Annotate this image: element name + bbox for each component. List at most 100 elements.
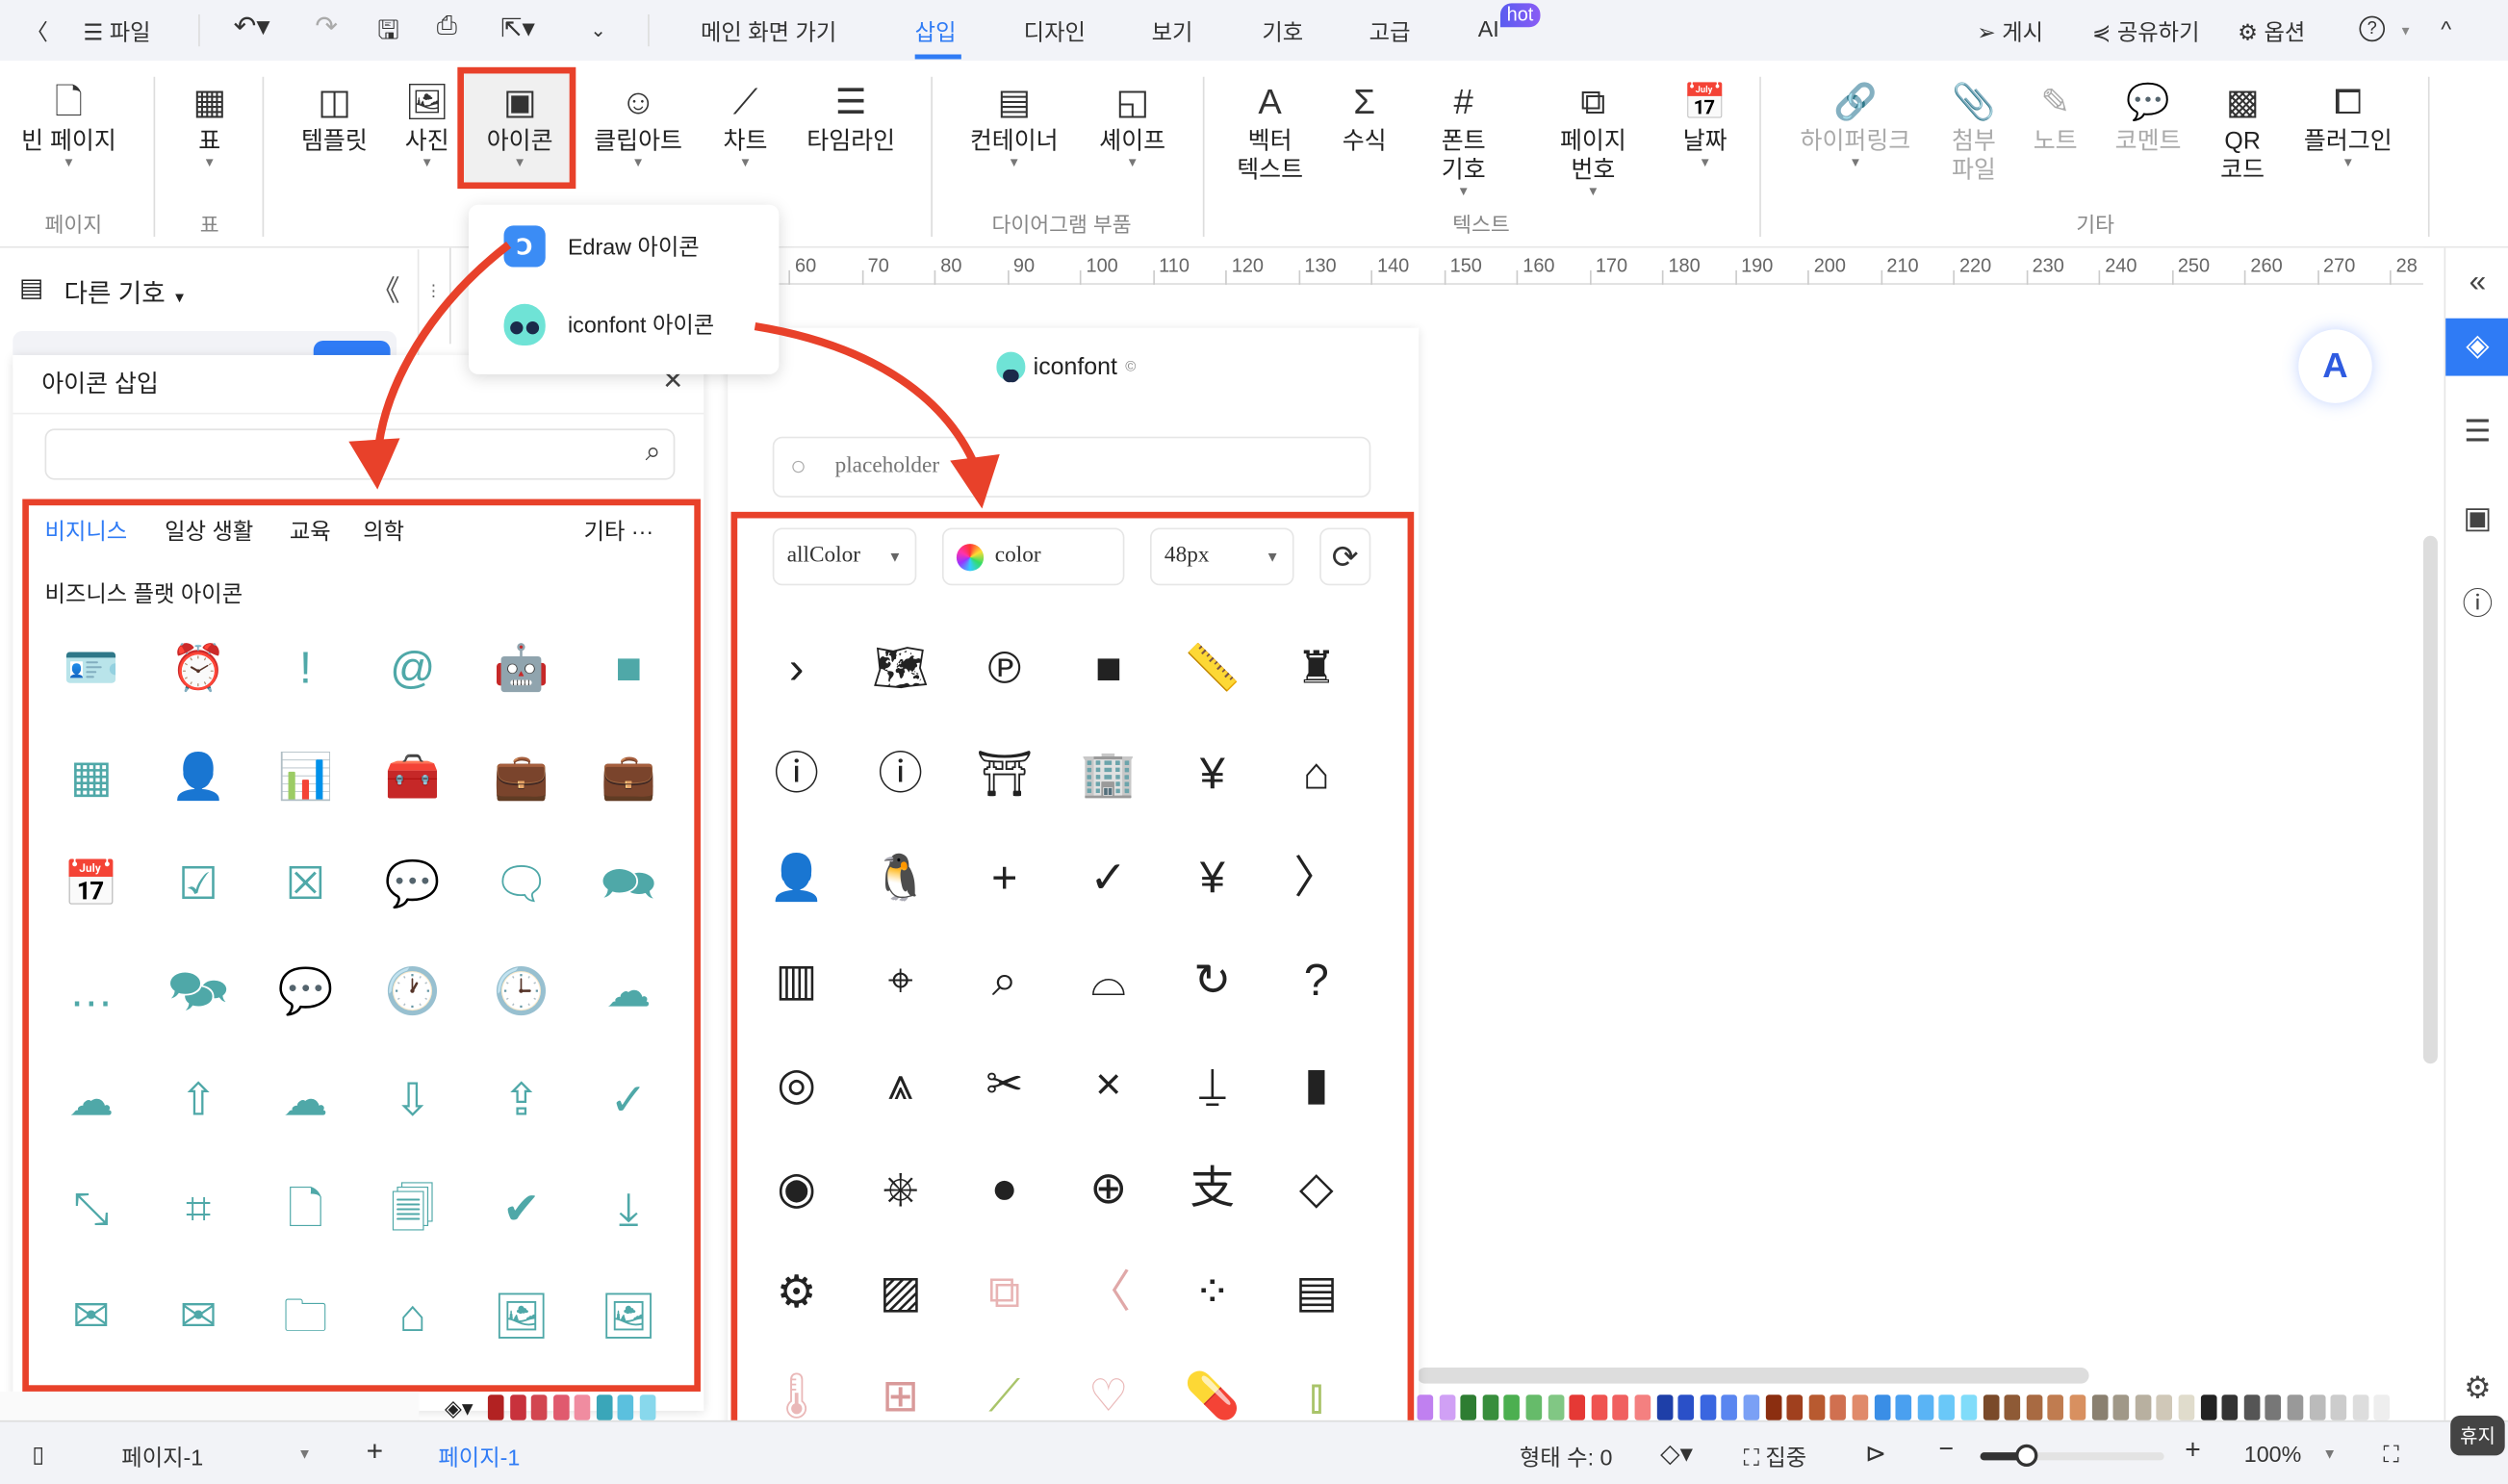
location-icon[interactable]: ⌖ — [868, 949, 932, 1012]
info-2-icon[interactable]: ⓘ — [868, 742, 932, 806]
menu-item-edraw-icons[interactable]: Ↄ Edraw 아이콘 — [503, 225, 700, 268]
color-swatch[interactable] — [2374, 1394, 2391, 1420]
color-swatch[interactable] — [1548, 1394, 1564, 1420]
play-icon[interactable]: ⊳ — [1865, 1438, 1886, 1470]
page-tab[interactable]: 페이지-1 — [438, 1441, 520, 1472]
syringe-icon[interactable]: ⟋ — [972, 1365, 1036, 1428]
scissors-icon[interactable]: ✂ — [972, 1053, 1036, 1116]
grid-dots-icon[interactable]: ▦ — [59, 745, 122, 808]
collapse-panel-button[interactable]: 《 — [371, 269, 400, 310]
close-icon[interactable]: × — [1077, 1053, 1140, 1116]
external-link-icon[interactable]: ⧉ — [972, 1261, 1036, 1324]
clock-detailed-icon[interactable]: 🕐 — [381, 959, 445, 1023]
color-swatch[interactable] — [1852, 1394, 1869, 1420]
color-swatch[interactable] — [1874, 1394, 1890, 1420]
tab-home[interactable]: 메인 화면 가기 — [701, 16, 836, 48]
add-page-button[interactable]: + — [367, 1435, 383, 1469]
briefcase-outline-icon[interactable]: 💼 — [490, 745, 553, 808]
collapse-ribbon-button[interactable]: ^ — [2441, 16, 2451, 42]
plus-icon[interactable]: + — [972, 846, 1036, 909]
collapse-right-icon[interactable]: « — [2445, 254, 2508, 312]
file-icon[interactable]: 🗋 — [273, 1177, 337, 1241]
color-swatch[interactable] — [1612, 1394, 1629, 1420]
color-swatch[interactable] — [1743, 1394, 1760, 1420]
chat-bubbles-icon[interactable]: 🗪 — [597, 853, 660, 916]
cloud-outline-icon[interactable]: ☁ — [597, 959, 660, 1023]
video-camera-icon[interactable]: ■ — [1077, 636, 1140, 700]
color-swatch[interactable] — [1830, 1394, 1847, 1420]
speech-bubble-icon[interactable]: 💬 — [381, 853, 445, 916]
news-icon[interactable]: ▤ — [1285, 1261, 1348, 1324]
dropdown-icon[interactable]: ▼ — [297, 1446, 312, 1462]
callout-icon[interactable]: 🗨 — [490, 853, 553, 916]
iconfont-search-input[interactable]: ○ — [772, 436, 1371, 498]
dropdown-icon[interactable]: ▼ — [2322, 1446, 2337, 1462]
image-icon[interactable]: ▨ — [868, 1261, 932, 1324]
refresh-icon[interactable]: ↻ — [1181, 949, 1244, 1012]
settings-icon[interactable]: ⚙ — [2445, 1361, 2508, 1419]
publish-button[interactable]: ➢ 게시 — [1977, 16, 2043, 48]
zoom-slider[interactable] — [1980, 1444, 2164, 1468]
color-swatch[interactable] — [1482, 1394, 1498, 1420]
gear-icon[interactable]: ⚙ — [764, 1261, 828, 1324]
cloud-download-filled-icon[interactable]: ⇩ — [381, 1068, 445, 1132]
color-swatch[interactable] — [2287, 1394, 2304, 1420]
cloud-upload-filled-icon[interactable]: ⇧ — [166, 1068, 230, 1132]
mail-open-icon[interactable]: ✉ — [166, 1285, 230, 1348]
pin-p-icon[interactable]: ℗ — [972, 636, 1036, 700]
info-icon[interactable]: ⓘ — [764, 742, 828, 806]
chat-ellipsis-icon[interactable]: 💬 — [273, 959, 337, 1023]
container-button[interactable]: ▤ 컨테이너 ▼ — [950, 80, 1078, 169]
back-button[interactable]: 〈 — [26, 16, 48, 48]
date-button[interactable]: 📅 날짜 ▼ — [1641, 80, 1769, 169]
chat-dots-icon[interactable]: … — [59, 959, 122, 1023]
color-swatch[interactable] — [2330, 1394, 2347, 1420]
tab-symbols[interactable]: 기호 — [1262, 16, 1303, 48]
heart-icon[interactable]: ♡ — [1077, 1365, 1140, 1428]
pills-icon[interactable]: 💊 — [1181, 1365, 1244, 1428]
color-swatch[interactable] — [1786, 1394, 1804, 1420]
qr-barcode-icon[interactable]: ▥ — [764, 949, 828, 1012]
help-circle-icon[interactable]: ⓘ — [2445, 577, 2508, 635]
ruler-icon[interactable]: 📏 — [1181, 636, 1244, 700]
export-icon[interactable]: ⇱▾ — [500, 13, 535, 44]
color-swatch[interactable] — [2135, 1394, 2152, 1420]
map-pin-icon[interactable]: 🗺 — [868, 636, 932, 700]
horizontal-scrollbar[interactable] — [1417, 1368, 2089, 1384]
compass-icon[interactable]: ⩓ — [868, 1053, 932, 1116]
tab-insert[interactable]: 삽입 — [915, 16, 957, 48]
search-icon[interactable]: ⌕ — [646, 437, 661, 469]
color-swatch[interactable] — [2200, 1394, 2216, 1420]
chevron-right-2-icon[interactable]: 〉 — [1285, 846, 1348, 909]
stamp-icon[interactable]: ⍊ — [1181, 1053, 1244, 1116]
color-swatch[interactable] — [2243, 1394, 2261, 1420]
library-dropdown[interactable]: 다른 기호 ▼ — [64, 272, 186, 311]
question-icon[interactable]: ? — [1285, 949, 1348, 1012]
home-icon[interactable]: ⌂ — [1285, 742, 1348, 806]
file-menu[interactable]: ☰ 파일 — [83, 16, 150, 48]
hyperlink-button[interactable]: 🔗 하이퍼링크 ▼ — [1791, 80, 1919, 169]
help-dropdown-icon[interactable]: ▼ — [2399, 24, 2412, 38]
search-field[interactable] — [59, 430, 603, 475]
chevron-right-icon[interactable]: › — [764, 636, 828, 700]
cloud-check-icon[interactable]: ✓ — [597, 1068, 660, 1132]
color-swatch[interactable] — [1569, 1394, 1586, 1420]
menu-item-iconfont-icons[interactable]: iconfont 아이콘 — [503, 303, 714, 345]
dots-grid-icon[interactable]: ⁘ — [1181, 1261, 1244, 1324]
easel-icon[interactable]: ⛩ — [972, 742, 1036, 806]
crop-icon[interactable]: ⌗ — [166, 1177, 230, 1241]
zoom-level[interactable]: 100% — [2244, 1441, 2302, 1467]
contact-card-icon[interactable]: 👤 — [764, 846, 828, 909]
disc-icon[interactable]: ◉ — [764, 1157, 828, 1220]
color-swatch[interactable] — [1525, 1394, 1543, 1420]
shop-icon[interactable]: ⌓ — [1077, 949, 1140, 1012]
color-swatch[interactable] — [530, 1394, 548, 1420]
color-swatch[interactable] — [638, 1394, 655, 1420]
more-icon[interactable]: ⌄ — [590, 19, 606, 41]
search-field[interactable] — [834, 448, 1347, 487]
page-select[interactable]: 페이지-1 — [121, 1441, 203, 1472]
fill-bucket-icon[interactable]: ◈▾ — [445, 1394, 473, 1421]
color-swatch[interactable] — [509, 1394, 525, 1420]
exclamation-icon[interactable]: ! — [273, 636, 337, 700]
plugin-button[interactable]: ⧠ 플러그인 ▼ — [2284, 80, 2412, 169]
